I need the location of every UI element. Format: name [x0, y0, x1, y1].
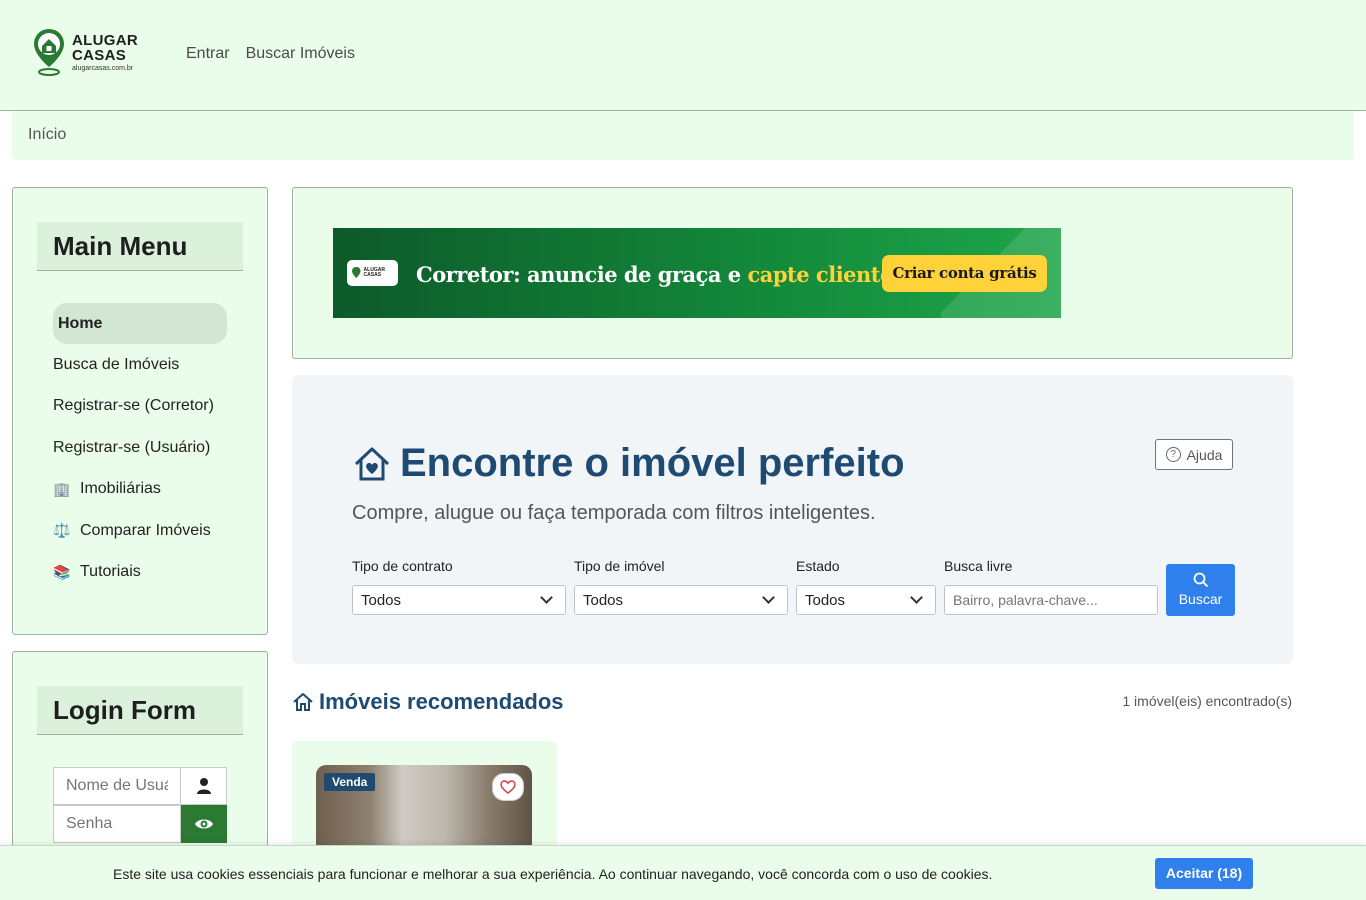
banner-logo-text: ALUGAR CASAS [363, 267, 385, 278]
breadcrumb-home[interactable]: Início [28, 126, 66, 143]
menu-item-label: Home [58, 314, 103, 332]
free-search-label: Busca livre [944, 558, 1013, 574]
menu-item-label: Registrar-se (Corretor) [53, 397, 214, 415]
breadcrumb: Início [12, 111, 1354, 160]
banner-headline-main: Corretor: anuncie de graça e [416, 262, 748, 287]
menu-item-label: Registrar-se (Usuário) [53, 438, 211, 456]
promo-banner-container: ALUGAR CASAS Corretor: anuncie de graça … [292, 187, 1293, 359]
main-menu-title: Main Menu [37, 222, 243, 271]
state-value: Todos [805, 592, 846, 609]
search-button-label: Buscar [1178, 591, 1223, 607]
login-fields [53, 767, 227, 843]
accept-cookies-button[interactable]: Aceitar (18) [1155, 858, 1253, 889]
logo-line2: CASAS [72, 47, 127, 64]
property-type-label: Tipo de imóvel [574, 558, 665, 574]
menu-item-busca-imoveis[interactable]: Busca de Imóveis [53, 344, 229, 386]
state-label: Estado [796, 558, 840, 574]
search-icon [1193, 572, 1208, 588]
books-icon: 📚 [53, 563, 71, 580]
help-button[interactable]: ? Ajuda [1155, 439, 1233, 470]
menu-item-home[interactable]: Home [53, 303, 227, 344]
cookie-consent-bar: Este site usa cookies essenciais para fu… [0, 845, 1366, 900]
user-icon [181, 767, 227, 805]
main-menu-list: Home Busca de Imóveis Registrar-se (Corr… [53, 303, 229, 593]
login-form-title: Login Form [37, 686, 243, 735]
search-title-text: Encontre o imóvel perfeito [400, 441, 905, 485]
show-password-eye-icon[interactable] [181, 805, 227, 843]
search-subtitle: Compre, alugue ou faça temporada com fil… [352, 502, 876, 524]
main-menu-panel: Main Menu Home Busca de Imóveis Registra… [12, 187, 268, 635]
site-logo[interactable]: ALUGAR CASAS alugarcasas.com.br [32, 27, 152, 79]
office-building-icon: 🏢 [53, 480, 71, 497]
nav-login-link[interactable]: Entrar [186, 45, 230, 63]
chevron-down-icon [910, 591, 923, 604]
create-free-account-button[interactable]: Criar conta grátis [882, 255, 1047, 292]
username-input[interactable] [53, 767, 181, 805]
house-icon [293, 693, 313, 711]
menu-item-label: Comparar Imóveis [80, 521, 211, 539]
menu-item-imobiliarias[interactable]: 🏢 Imobiliárias [53, 469, 229, 511]
property-search-section: ? Ajuda Encontre o imóvel perfeito Compr… [292, 375, 1293, 664]
cookie-consent-text: Este site usa cookies essenciais para fu… [113, 866, 993, 882]
menu-item-label: Imobiliárias [80, 480, 161, 498]
menu-item-label: Tutoriais [80, 563, 141, 581]
contract-type-label: Tipo de contrato [352, 558, 453, 574]
help-label: Ajuda [1186, 446, 1223, 463]
house-pin-icon [32, 27, 66, 77]
state-select[interactable]: Todos [796, 585, 936, 615]
banner-headline: Corretor: anuncie de graça e capte clien… [416, 262, 911, 287]
logo-domain: alugarcasas.com.br [72, 65, 134, 72]
menu-item-registrar-corretor[interactable]: Registrar-se (Corretor) [53, 386, 229, 428]
free-search-input[interactable] [944, 585, 1158, 615]
property-type-select[interactable]: Todos [574, 585, 788, 615]
property-type-value: Todos [583, 592, 624, 609]
search-title: Encontre o imóvel perfeito [352, 441, 905, 486]
password-input[interactable] [53, 805, 181, 843]
search-button[interactable]: Buscar [1166, 564, 1235, 616]
favorite-heart-icon[interactable] [492, 773, 524, 801]
contract-type-select[interactable]: Todos [352, 585, 566, 615]
menu-item-registrar-usuario[interactable]: Registrar-se (Usuário) [53, 427, 229, 469]
scales-icon: ⚖️ [53, 522, 71, 539]
header: ALUGAR CASAS alugarcasas.com.br Entrar B… [0, 0, 1366, 111]
listing-type-badge: Venda [324, 773, 376, 791]
recommended-title: Imóveis recomendados [292, 689, 564, 715]
question-circle-icon: ? [1165, 447, 1181, 462]
contract-type-value: Todos [361, 592, 402, 609]
chevron-down-icon [540, 591, 553, 604]
results-count: 1 imóvel(eis) encontrado(s) [1122, 693, 1292, 709]
banner-logo: ALUGAR CASAS [347, 260, 398, 286]
nav-search-link[interactable]: Buscar Imóveis [246, 45, 355, 63]
menu-item-comparar-imoveis[interactable]: ⚖️ Comparar Imóveis [53, 510, 229, 552]
logo-line1: ALUGAR [72, 32, 138, 49]
house-heart-icon [354, 447, 390, 480]
chevron-down-icon [762, 591, 775, 604]
recommended-title-text: Imóveis recomendados [319, 689, 564, 714]
menu-item-label: Busca de Imóveis [53, 355, 180, 373]
top-nav: Entrar Buscar Imóveis [186, 45, 355, 63]
broker-promo-banner[interactable]: ALUGAR CASAS Corretor: anuncie de graça … [333, 228, 1061, 318]
menu-item-tutoriais[interactable]: 📚 Tutoriais [53, 552, 229, 594]
